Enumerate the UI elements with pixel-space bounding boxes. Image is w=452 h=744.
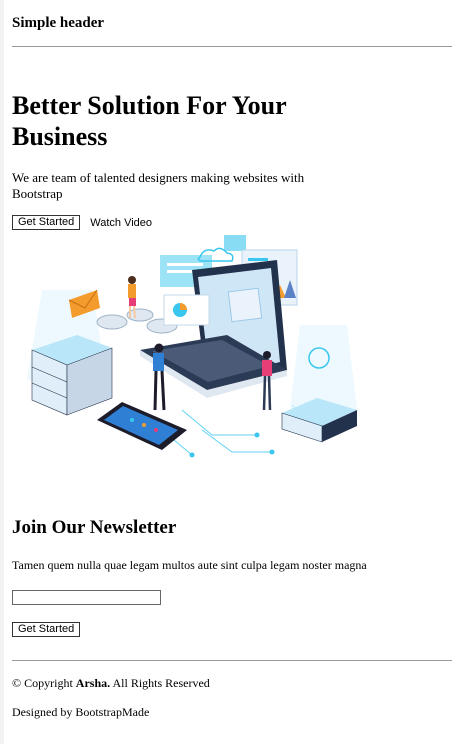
smartphone-icon — [97, 402, 187, 450]
server-left-icon — [31, 335, 113, 416]
get-started-button[interactable]: Get Started — [12, 215, 81, 230]
newsletter-text: Tamen quem nulla quae legam multos aute … — [12, 558, 367, 572]
footer-brand: Arsha. — [75, 676, 111, 690]
copyright-prefix: © Copyright — [12, 676, 76, 690]
header-title: Simple header — [12, 15, 105, 31]
hero-title: Better Solution For Your Business — [12, 91, 287, 151]
hero-actions: Get Started Watch Video — [12, 215, 152, 230]
watch-video-link[interactable]: Watch Video — [90, 217, 152, 229]
hero-illustration — [27, 235, 357, 458]
newsletter-submit-button[interactable]: Get Started — [12, 622, 81, 637]
footer-divider — [12, 660, 452, 661]
footer-copyright: © Copyright Arsha. All Rights Reserved — [12, 676, 452, 691]
newsletter-title: Join Our Newsletter — [12, 517, 177, 538]
hero-text: We are team of talented designers making… — [12, 170, 305, 201]
copyright-suffix: All Rights Reserved — [110, 676, 210, 690]
email-field[interactable] — [12, 590, 161, 605]
footer-designed-by: Designed by BootstrapMade — [12, 705, 150, 719]
page-left-edge — [0, 0, 4, 744]
header-divider — [12, 46, 452, 47]
person-left-icon — [153, 343, 166, 411]
